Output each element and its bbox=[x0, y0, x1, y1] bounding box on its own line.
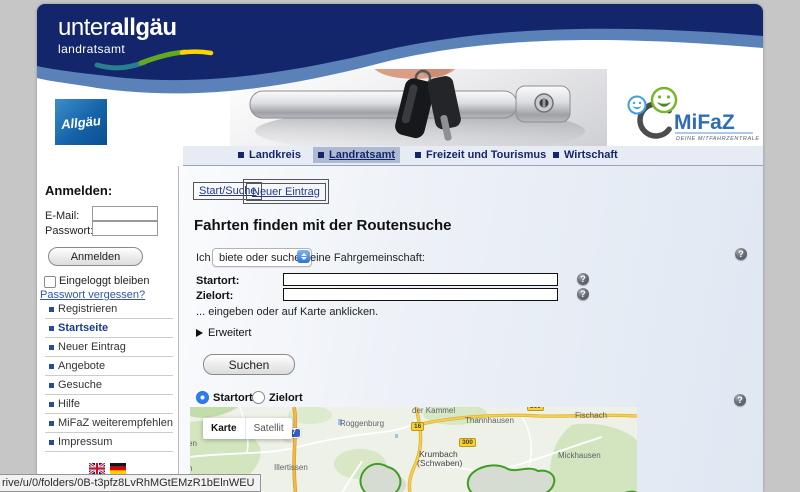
radio-startort[interactable] bbox=[196, 391, 209, 404]
login-button[interactable]: Anmelden bbox=[48, 247, 143, 266]
help-icon-start[interactable]: ? bbox=[577, 273, 589, 285]
sidebar-item-mifaz-weiterempfehlen[interactable]: MiFaZ weiterempfehlen bbox=[45, 414, 173, 433]
radio-startort-label: Startort bbox=[213, 392, 253, 404]
start-input[interactable] bbox=[283, 273, 558, 286]
language-flags bbox=[37, 463, 178, 474]
advanced-toggle[interactable]: Erweitert bbox=[196, 327, 251, 339]
email-field[interactable] bbox=[92, 206, 158, 221]
main-content: Start/Suche Neuer Eintrag Fahrten finden… bbox=[179, 166, 763, 492]
browser-status-link-preview: rive/u/0/folders/0B-t3pfz8LvRhMGtEMzR1bE… bbox=[0, 474, 261, 492]
map-type-control: Karte Satellit bbox=[203, 418, 292, 439]
site-logo: unterallgäu landratsamt bbox=[58, 16, 177, 55]
search-button[interactable]: Suchen bbox=[203, 354, 295, 375]
nav-item-wirtschaft[interactable]: Wirtschaft bbox=[548, 147, 623, 163]
nav-bullet-icon bbox=[238, 152, 244, 158]
flag-german-icon[interactable] bbox=[110, 463, 126, 474]
site-name-light: unter bbox=[58, 14, 110, 41]
mifaz-logo: MiFaZ DEINE MITFAHRZENTRALE bbox=[622, 84, 762, 146]
sidebar-item-registrieren[interactable]: Registrieren bbox=[45, 300, 173, 319]
tab-neuer-eintrag[interactable]: Neuer Eintrag bbox=[246, 183, 326, 201]
email-label: E-Mail: bbox=[45, 210, 79, 222]
site-name-bold: allgäu bbox=[110, 14, 176, 41]
map-button-satellit[interactable]: Satellit bbox=[246, 418, 292, 439]
tab-neuer-eintrag-outer: Neuer Eintrag bbox=[243, 179, 329, 204]
site-page: unterallgäu landratsamt Allgäu MiFaZ DEI… bbox=[37, 4, 763, 492]
radio-zielort-label: Zielort bbox=[269, 392, 303, 404]
start-label: Startort: bbox=[196, 275, 239, 287]
sidebar-item-hilfe[interactable]: Hilfe bbox=[45, 395, 173, 414]
banner-photo-car-door-keys bbox=[230, 69, 607, 146]
nav-bullet-icon bbox=[318, 152, 324, 158]
password-field[interactable] bbox=[92, 221, 158, 236]
ride-type-value: biete oder suche bbox=[219, 252, 300, 264]
sidebar-item-angebote[interactable]: Angebote bbox=[45, 357, 173, 376]
main-navbar: Landkreis Landratsamt Freizeit und Tourism… bbox=[183, 146, 763, 166]
car-door-illustration bbox=[230, 69, 607, 146]
flag-english-icon[interactable] bbox=[89, 463, 105, 474]
nav-item-landratsamt[interactable]: Landratsamt bbox=[313, 147, 400, 163]
nav-bullet-icon bbox=[553, 152, 559, 158]
map-button-karte[interactable]: Karte bbox=[203, 418, 245, 439]
allgaeu-logo: Allgäu bbox=[55, 99, 107, 145]
stay-logged-in-label: Eingeloggt bleiben bbox=[59, 275, 150, 287]
sentence-suffix: eine Fahrgemeinschaft: bbox=[310, 252, 425, 264]
nav-item-landkreis[interactable]: Landkreis bbox=[233, 147, 306, 163]
sidebar-item-startseite[interactable]: Startseite bbox=[45, 319, 173, 338]
mifaz-tagline: DEINE MITFAHRZENTRALE bbox=[676, 136, 760, 142]
stay-logged-in-checkbox[interactable] bbox=[44, 276, 56, 288]
sidebar-menu: RegistrierenStartseiteNeuer EintragAngeb… bbox=[45, 300, 173, 452]
triangle-right-icon bbox=[196, 329, 203, 337]
sentence-prefix: Ich bbox=[196, 252, 211, 264]
sidebar-item-impressum[interactable]: Impressum bbox=[45, 433, 173, 452]
sidebar-item-neuer-eintrag[interactable]: Neuer Eintrag bbox=[45, 338, 173, 357]
dest-label: Zielort: bbox=[196, 290, 233, 302]
select-stepper-icon bbox=[297, 250, 310, 263]
dest-input[interactable] bbox=[283, 288, 558, 301]
allgaeu-logo-text: Allgäu bbox=[60, 112, 101, 131]
sidebar-item-gesuche[interactable]: Gesuche bbox=[45, 376, 173, 395]
help-icon-ridetype[interactable]: ? bbox=[735, 248, 747, 260]
nav-bullet-icon bbox=[415, 152, 421, 158]
sidebar: Anmelden: E-Mail: Passwort: Anmelden Ein… bbox=[37, 166, 179, 492]
map-hint-text: ... eingeben oder auf Karte anklicken. bbox=[196, 306, 378, 318]
help-icon-map[interactable]: ? bbox=[734, 394, 746, 406]
advanced-label: Erweitert bbox=[208, 327, 251, 339]
page-title: Fahrten finden mit der Routensuche bbox=[194, 217, 452, 234]
nav-item-freizeit-und-tourismus[interactable]: Freizeit und Tourismus bbox=[410, 147, 551, 163]
login-heading: Anmelden: bbox=[45, 183, 112, 198]
site-subtitle: landratsamt bbox=[58, 43, 177, 55]
password-label: Passwort: bbox=[45, 225, 93, 237]
ride-type-select[interactable]: biete oder suche bbox=[212, 248, 312, 267]
radio-zielort[interactable] bbox=[252, 391, 265, 404]
help-icon-dest[interactable]: ? bbox=[577, 288, 589, 300]
mifaz-wordmark: MiFaZ bbox=[674, 111, 735, 134]
